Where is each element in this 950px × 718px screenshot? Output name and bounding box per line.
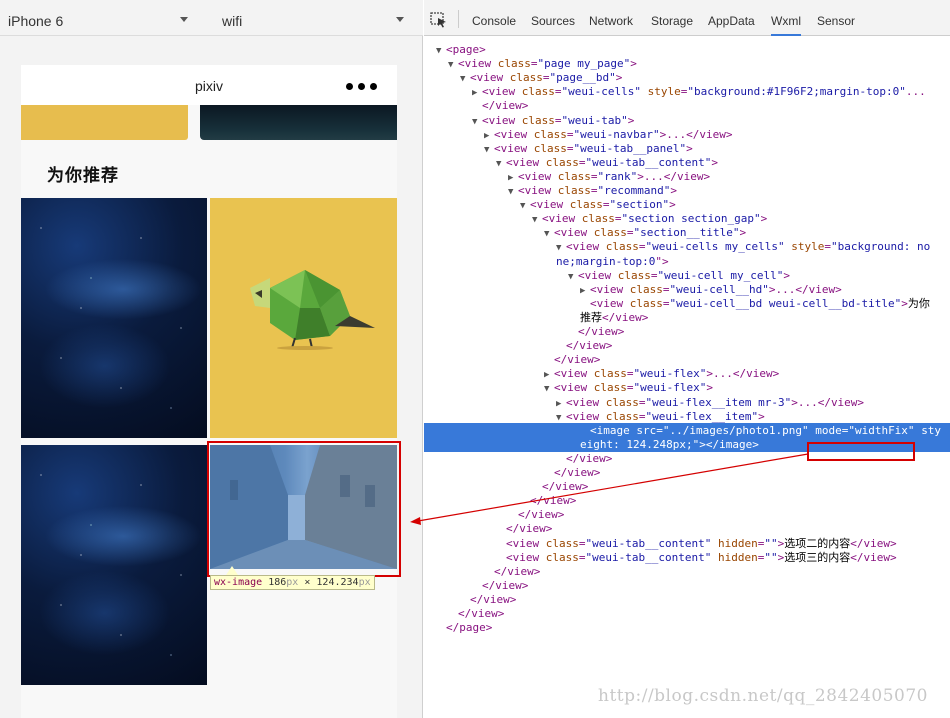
chevron-down-icon: [396, 17, 404, 22]
wxml-node[interactable]: <view class="weui-tab__content" hidden="…: [424, 550, 950, 565]
element-size-tooltip: wx-image 186px × 124.234px: [210, 575, 375, 590]
recommend-image[interactable]: [21, 445, 207, 685]
wxml-node[interactable]: ▼ <page>: [424, 42, 950, 57]
wxml-node-selected[interactable]: <image src="../images/photo1.png" mode="…: [424, 422, 950, 438]
app-navbar: pixiv: [21, 65, 397, 105]
recommend-image[interactable]: [210, 198, 397, 438]
device-select[interactable]: iPhone 6: [8, 0, 193, 36]
device-select-value: iPhone 6: [8, 13, 64, 29]
devtools-panel: Console Sources Network Storage AppData Wxml S…: [424, 0, 950, 718]
tooltip-tag: wx-image: [214, 577, 263, 588]
wxml-node[interactable]: ▼ <view class="page__bd">: [424, 70, 950, 85]
tab-storage[interactable]: Storage: [651, 0, 693, 36]
wxml-node[interactable]: </page>: [424, 620, 950, 635]
nav-title: pixiv: [194, 78, 223, 94]
more-dots-icon[interactable]: [346, 83, 378, 91]
inspect-element-icon[interactable]: [430, 12, 448, 28]
tooltip-width: 186: [268, 577, 287, 588]
wxml-node[interactable]: ▼ <view class="weui-tab">: [424, 113, 950, 128]
wxml-node[interactable]: ▶ <view class="weui-navbar">...</view>: [424, 127, 950, 142]
wxml-node[interactable]: ▶ <view class="rank">...</view>: [424, 169, 950, 184]
wxml-node[interactable]: ▼ <view class="weui-tab__panel">: [424, 141, 950, 156]
wxml-node[interactable]: </view>: [424, 578, 950, 593]
banner-image[interactable]: [200, 105, 397, 140]
simulator-toolbar: iPhone 6 wifi: [0, 0, 423, 36]
wxml-node[interactable]: ▼ <view class="weui-cell my_cell">: [424, 268, 950, 283]
wxml-node[interactable]: ▶ <view class="weui-flex__item mr-3">...<…: [424, 395, 950, 410]
tooltip-arrow: [226, 566, 238, 575]
kiwi-bird-icon: [250, 270, 375, 350]
wxml-node[interactable]: </view>: [424, 493, 950, 508]
network-select-value: wifi: [222, 13, 243, 29]
tooltip-height: 124.234: [316, 577, 359, 588]
wxml-node[interactable]: ▼ <view class="section section_gap">: [424, 211, 950, 226]
wxml-node[interactable]: ▼ <view class="weui-cells my_cells" style…: [424, 239, 950, 254]
wxml-node[interactable]: 推荐</view>: [424, 310, 950, 325]
wxml-node[interactable]: ▶ <view class="weui-flex">...</view>: [424, 366, 950, 381]
wxml-node[interactable]: </view>: [424, 564, 950, 579]
tab-console[interactable]: Console: [472, 0, 516, 36]
recommend-image[interactable]: [21, 198, 207, 438]
wxml-node[interactable]: <view class="weui-cell__bd weui-cell__bd…: [424, 296, 950, 311]
wxml-node[interactable]: </view>: [424, 324, 950, 339]
wxml-node[interactable]: ▶ <view class="weui-cell__hd">...</view>: [424, 282, 950, 297]
wxml-node[interactable]: ▼ <view class="weui-flex__item">: [424, 409, 950, 424]
wxml-node[interactable]: </view>: [424, 592, 950, 607]
wxml-node[interactable]: ne;margin-top:0">: [424, 254, 950, 269]
chevron-down-icon: [180, 17, 188, 22]
wxml-node[interactable]: </view>: [424, 465, 950, 480]
simulator-panel: iPhone 6 wifi pixiv 为你推荐 wx-image 186px …: [0, 0, 423, 718]
wxml-node[interactable]: ▼ <view class="weui-flex">: [424, 380, 950, 395]
wxml-node[interactable]: ▼ <view class="page my_page">: [424, 56, 950, 71]
watermark: http://blog.csdn.net/qq_2842405070: [598, 686, 928, 706]
tab-network[interactable]: Network: [589, 0, 633, 36]
tab-separator: [458, 10, 459, 28]
wxml-node[interactable]: ▼ <view class="recommand">: [424, 183, 950, 198]
tab-sensor[interactable]: Sensor: [817, 0, 855, 36]
tab-wxml[interactable]: Wxml: [771, 0, 801, 36]
wxml-node[interactable]: ▶ <view class="weui-cells" style="backgro…: [424, 84, 950, 99]
element-highlight-box: [207, 441, 401, 577]
tab-appdata[interactable]: AppData: [708, 0, 755, 36]
phone-screen: pixiv 为你推荐: [21, 65, 397, 718]
wxml-node[interactable]: </view>: [424, 606, 950, 621]
section-title: 为你推荐: [47, 166, 119, 185]
wxml-node[interactable]: </view>: [424, 352, 950, 367]
wxml-node[interactable]: ▼ <view class="weui-tab__content">: [424, 155, 950, 170]
wxml-node[interactable]: ▼ <view class="section">: [424, 197, 950, 212]
wxml-node[interactable]: </view>: [424, 479, 950, 494]
mode-attr-highlight-box: [807, 442, 915, 461]
wxml-node[interactable]: </view>: [424, 98, 950, 113]
wxml-node[interactable]: <view class="weui-tab__content" hidden="…: [424, 536, 950, 551]
wxml-node[interactable]: </view>: [424, 521, 950, 536]
wxml-node[interactable]: </view>: [424, 338, 950, 353]
devtools-tabbar: Console Sources Network Storage AppData Wxml S…: [424, 0, 950, 36]
wxml-node[interactable]: </view>: [424, 507, 950, 522]
tab-sources[interactable]: Sources: [531, 0, 575, 36]
wxml-node[interactable]: ▼ <view class="section__title">: [424, 225, 950, 240]
network-select[interactable]: wifi: [222, 0, 412, 36]
banner-image[interactable]: [21, 105, 188, 140]
